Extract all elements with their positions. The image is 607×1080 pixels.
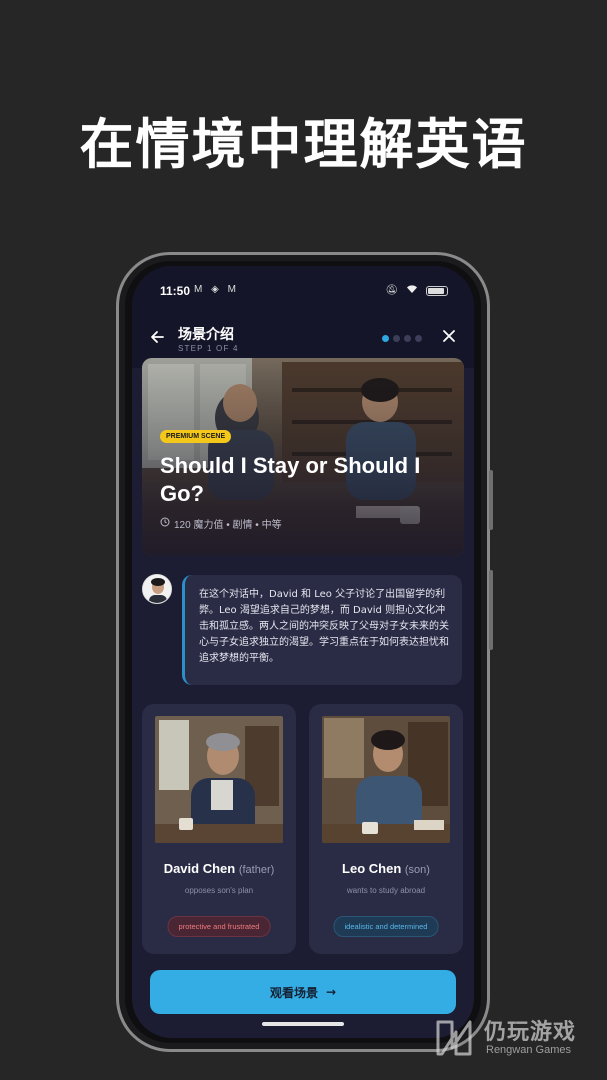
scene-meta-text: 120 魔力值 • 剧情 • 中等: [174, 520, 282, 531]
scene-title: Should I Stay or Should I Go?: [160, 453, 421, 506]
promo-title: 在情境中理解英语: [79, 113, 528, 176]
scene-meta: 120 魔力值 • 剧情 • 中等: [160, 516, 282, 531]
character-name-text: David Chen: [163, 861, 236, 876]
character-description: wants to study abroad: [346, 886, 426, 895]
character-description: opposes son's plan: [184, 886, 254, 895]
watermark-cn: 仍玩游戏: [484, 1020, 577, 1045]
close-icon[interactable]: [438, 327, 460, 348]
watermark-logo-icon: [436, 1020, 472, 1056]
watermark-en: Rengwan Games: [486, 1044, 571, 1056]
character-role: (father): [238, 864, 275, 876]
phone-side-button: [489, 570, 493, 650]
character-mood-tag: protective and frustrated: [167, 916, 271, 937]
character-role: (son): [404, 864, 430, 876]
step-dot-4: [415, 335, 422, 342]
character-mood-tag: idealistic and determined: [333, 916, 439, 937]
step-dot-3: [404, 335, 411, 342]
watch-scene-button[interactable]: 观看场景 →: [150, 970, 456, 1014]
narrator-avatar: [142, 574, 172, 604]
home-indicator[interactable]: [262, 1022, 344, 1026]
page-title: 场景介绍: [178, 326, 234, 342]
watermark: 仍玩游戏 Rengwan Games: [432, 1014, 602, 1064]
phone-side-button: [489, 470, 493, 530]
character-card-david[interactable]: David Chen (father) opposes son's plan p…: [142, 704, 296, 954]
status-app-icons: M ◈ M: [194, 284, 239, 295]
wifi-icon: [406, 284, 418, 297]
character-photo-leo: [322, 716, 450, 843]
mute-icon: 🔕︎: [385, 285, 398, 296]
watch-scene-label: 观看场景: [269, 985, 318, 1000]
premium-badge: PREMIUM SCENE: [160, 430, 232, 443]
app-screen: 11:50 M ◈ M 🔕︎ 场景介绍 STEP 1 OF 4 PREMIUM …: [132, 266, 474, 1038]
character-name-leo: Leo Chen (son): [309, 861, 463, 876]
status-time: 11:50: [160, 284, 191, 298]
status-bar: 11:50 M ◈ M 🔕︎: [132, 266, 474, 316]
step-dots: [382, 335, 422, 342]
clock-icon: [160, 517, 170, 530]
character-photo-david: [155, 716, 283, 843]
character-name-david: David Chen (father): [142, 861, 296, 876]
step-indicator: STEP 1 OF 4: [178, 344, 239, 353]
back-arrow-icon[interactable]: [146, 328, 168, 350]
step-dot-2: [393, 335, 400, 342]
arrow-right-icon: →: [325, 985, 337, 999]
scene-hero-image: PREMIUM SCENE Should I Stay or Should I …: [142, 358, 464, 556]
character-card-leo[interactable]: Leo Chen (son) wants to study abroad ide…: [309, 704, 463, 954]
step-dot-1: [382, 335, 389, 342]
character-name-text: Leo Chen: [342, 861, 402, 876]
narration-text: 在这个对话中，David 和 Leo 父子讨论了出国留学的利弊。Leo 渴望追求…: [182, 575, 462, 685]
battery-icon: [426, 285, 448, 296]
